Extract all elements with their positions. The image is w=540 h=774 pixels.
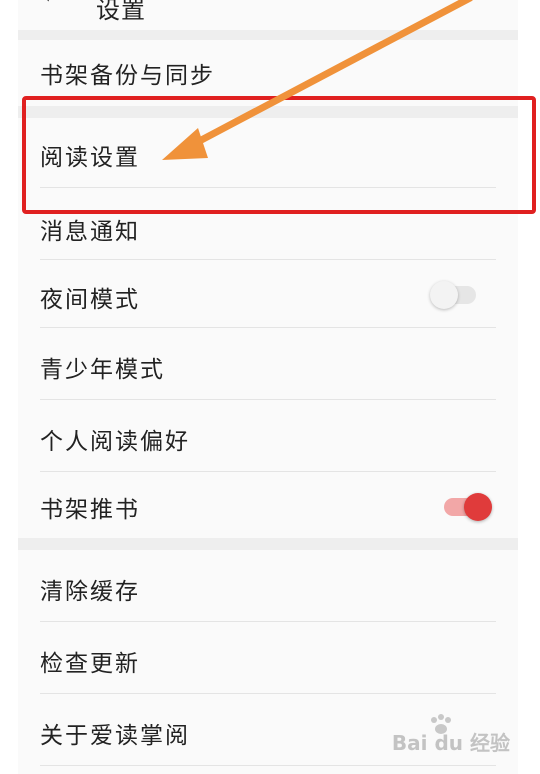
watermark-text: Bai du 经验 [391, 731, 510, 755]
watermark: Bai du 经验 [390, 714, 510, 760]
annotation-arrow-icon [162, 0, 473, 160]
